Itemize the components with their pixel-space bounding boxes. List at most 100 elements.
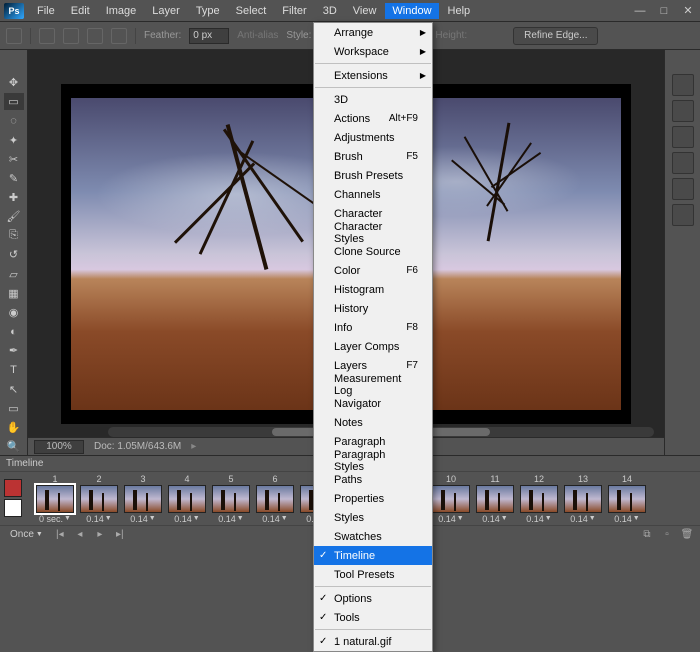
lasso-tool[interactable]: ◌ (4, 112, 24, 129)
frame-delay[interactable]: 0.14▼ (86, 514, 111, 524)
menu-help[interactable]: Help (441, 3, 478, 19)
menu-item-clone-source[interactable]: Clone Source (314, 242, 432, 261)
pen-tool[interactable]: ✒ (4, 342, 24, 359)
menu-item-actions[interactable]: ActionsAlt+F9 (314, 109, 432, 128)
maximize-button[interactable]: □ (656, 4, 672, 18)
menu-window[interactable]: Window (385, 3, 438, 19)
new-frame-button[interactable]: ▫ (660, 528, 674, 542)
eyedropper-tool[interactable]: ✎ (4, 170, 24, 187)
first-frame-button[interactable]: |◂ (53, 528, 67, 542)
close-button[interactable]: ✕ (680, 4, 696, 18)
tween-button[interactable]: ⧉ (640, 528, 654, 542)
eraser-tool[interactable]: ▱ (4, 266, 24, 283)
menu-item-channels[interactable]: Channels (314, 185, 432, 204)
timeline-frame[interactable]: 50.14▼ (210, 474, 252, 524)
hand-tool[interactable]: ✋ (4, 419, 24, 436)
menu-view[interactable]: View (346, 3, 384, 19)
menu-item-extensions[interactable]: Extensions▶ (314, 66, 432, 85)
delete-frame-button[interactable]: 🗑 (680, 528, 694, 542)
menu-type[interactable]: Type (189, 3, 227, 19)
timeline-frame[interactable]: 60.14▼ (254, 474, 296, 524)
menu-item-brush[interactable]: BrushF5 (314, 147, 432, 166)
menu-select[interactable]: Select (229, 3, 274, 19)
timeline-frame[interactable]: 100.14▼ (430, 474, 472, 524)
menu-item-tool-presets[interactable]: Tool Presets (314, 565, 432, 584)
menu-3d[interactable]: 3D (316, 3, 344, 19)
minimize-button[interactable]: ― (632, 4, 648, 18)
play-button[interactable]: ▸ (93, 528, 107, 542)
type-tool[interactable]: T (4, 361, 24, 378)
frame-delay[interactable]: 0.14▼ (262, 514, 287, 524)
panel-icon[interactable] (672, 100, 694, 122)
panel-icon[interactable] (672, 178, 694, 200)
color-swatches[interactable] (4, 479, 28, 519)
menu-image[interactable]: Image (99, 3, 144, 19)
menu-item-paragraph-styles[interactable]: Paragraph Styles (314, 451, 432, 470)
menu-item-info[interactable]: InfoF8 (314, 318, 432, 337)
panel-icon[interactable] (672, 126, 694, 148)
panel-icon[interactable] (672, 74, 694, 96)
timeline-frame[interactable]: 120.14▼ (518, 474, 560, 524)
selection-subtract-icon[interactable] (87, 28, 103, 44)
frame-delay[interactable]: 0.14▼ (438, 514, 463, 524)
loop-selector[interactable]: Once▼ (6, 529, 47, 540)
panel-icon[interactable] (672, 204, 694, 226)
menu-item-timeline[interactable]: ✓Timeline (314, 546, 432, 565)
tool-preset-icon[interactable] (6, 28, 22, 44)
brush-tool[interactable]: 🖌 (4, 208, 24, 225)
selection-add-icon[interactable] (63, 28, 79, 44)
path-select-tool[interactable]: ↖ (4, 381, 24, 398)
history-brush-tool[interactable]: ↺ (4, 246, 24, 263)
menu-layer[interactable]: Layer (145, 3, 187, 19)
refine-edge-button[interactable]: Refine Edge... (513, 27, 598, 45)
crop-tool[interactable]: ✂ (4, 151, 24, 168)
menu-file[interactable]: File (30, 3, 62, 19)
timeline-frame[interactable]: 40.14▼ (166, 474, 208, 524)
timeline-frame[interactable]: 30.14▼ (122, 474, 164, 524)
zoom-input[interactable]: 100% (34, 440, 84, 454)
frame-delay[interactable]: 0.14▼ (218, 514, 243, 524)
status-arrow-icon[interactable]: ▸ (191, 441, 196, 452)
menu-item-brush-presets[interactable]: Brush Presets (314, 166, 432, 185)
frame-delay[interactable]: 0 sec.▼ (39, 514, 71, 524)
timeline-frame[interactable]: 110.14▼ (474, 474, 516, 524)
menu-item-1-natural.gif[interactable]: ✓1 natural.gif (314, 632, 432, 651)
selection-new-icon[interactable] (39, 28, 55, 44)
menu-item-histogram[interactable]: Histogram (314, 280, 432, 299)
timeline-frame[interactable]: 10 sec.▼ (34, 474, 76, 524)
dodge-tool[interactable]: ◐ (4, 323, 24, 340)
feather-input[interactable] (189, 28, 229, 44)
menu-item-tools[interactable]: ✓Tools (314, 608, 432, 627)
frame-delay[interactable]: 0.14▼ (570, 514, 595, 524)
menu-item-measurement-log[interactable]: Measurement Log (314, 375, 432, 394)
rectangular-marquee-tool[interactable]: ▭ (4, 93, 24, 110)
gradient-tool[interactable]: ▦ (4, 285, 24, 302)
menu-item-navigator[interactable]: Navigator (314, 394, 432, 413)
menu-item-color[interactable]: ColorF6 (314, 261, 432, 280)
menu-item-workspace[interactable]: Workspace▶ (314, 42, 432, 61)
prev-frame-button[interactable]: ◂ (73, 528, 87, 542)
menu-item-character-styles[interactable]: Character Styles (314, 223, 432, 242)
magic-wand-tool[interactable]: ✦ (4, 131, 24, 148)
clone-stamp-tool[interactable]: ⎘ (4, 227, 24, 244)
menu-filter[interactable]: Filter (275, 3, 313, 19)
menu-item-layer-comps[interactable]: Layer Comps (314, 337, 432, 356)
frame-delay[interactable]: 0.14▼ (526, 514, 551, 524)
menu-item-styles[interactable]: Styles (314, 508, 432, 527)
panel-icon[interactable] (672, 152, 694, 174)
frame-delay[interactable]: 0.14▼ (174, 514, 199, 524)
selection-intersect-icon[interactable] (111, 28, 127, 44)
frame-delay[interactable]: 0.14▼ (130, 514, 155, 524)
menu-item-adjustments[interactable]: Adjustments (314, 128, 432, 147)
timeline-frame[interactable]: 130.14▼ (562, 474, 604, 524)
menu-item-notes[interactable]: Notes (314, 413, 432, 432)
menu-item-options[interactable]: ✓Options (314, 589, 432, 608)
frame-delay[interactable]: 0.14▼ (482, 514, 507, 524)
zoom-tool[interactable]: 🔍 (4, 438, 24, 455)
background-swatch[interactable] (4, 499, 22, 517)
frame-delay[interactable]: 0.14▼ (614, 514, 639, 524)
timeline-frame[interactable]: 140.14▼ (606, 474, 648, 524)
rectangle-tool[interactable]: ▭ (4, 400, 24, 417)
menu-item-3d[interactable]: 3D (314, 90, 432, 109)
blur-tool[interactable]: ◉ (4, 304, 24, 321)
